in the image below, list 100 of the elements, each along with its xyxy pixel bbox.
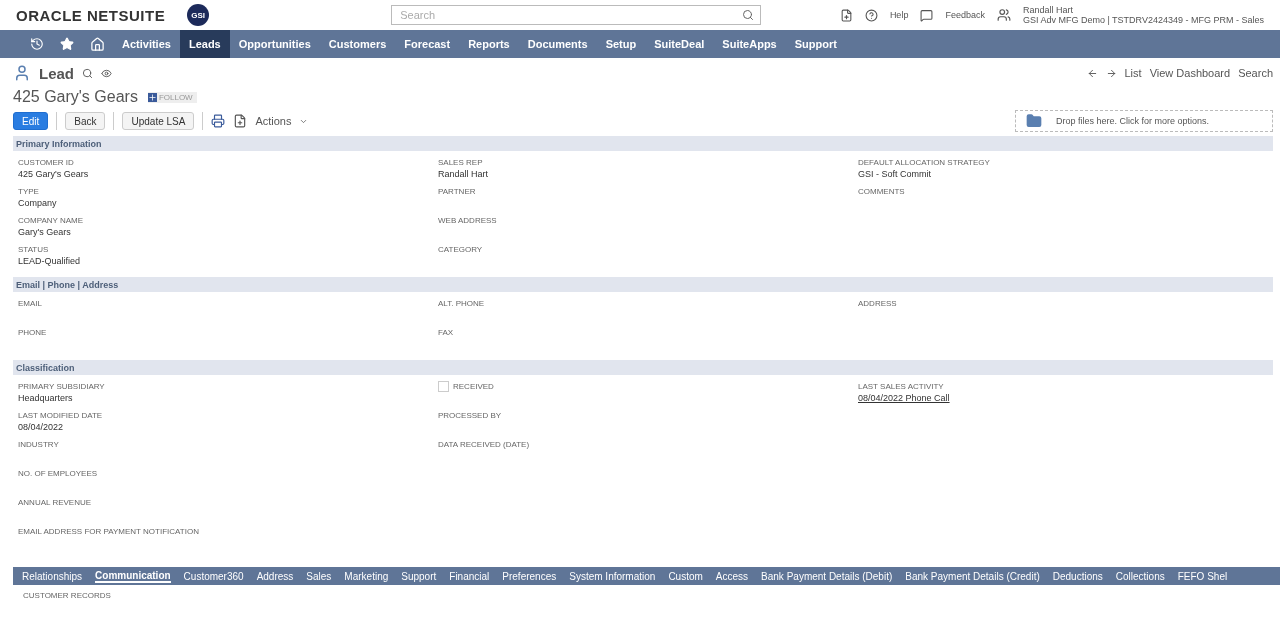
- subtab[interactable]: Marketing: [344, 570, 389, 582]
- actions-menu[interactable]: Actions: [255, 115, 292, 127]
- field-label: RECEIVED: [438, 381, 858, 392]
- help-icon[interactable]: [864, 8, 878, 22]
- field-label: ADDRESS: [858, 298, 898, 309]
- follow-button[interactable]: FOLLOW: [147, 91, 197, 103]
- next-icon[interactable]: [1105, 67, 1117, 79]
- field-link[interactable]: 08/04/2022 Phone Call: [858, 392, 1273, 405]
- field-label: INDUSTRY: [18, 439, 60, 450]
- company-badge: GSI: [187, 4, 210, 26]
- field-label: PARTNER: [438, 186, 477, 197]
- subtab[interactable]: Sales: [306, 570, 332, 582]
- subtab[interactable]: Preferences: [502, 570, 557, 582]
- subtab[interactable]: Communication: [95, 569, 171, 583]
- field-label: FAX: [438, 327, 455, 338]
- field-value: 08/04/2022: [18, 421, 65, 434]
- search-icon[interactable]: [82, 67, 93, 79]
- file-drop-zone[interactable]: Drop files here. Click for more options.: [1015, 110, 1273, 132]
- field-value: 425 Gary's Gears: [18, 168, 90, 181]
- field-label: COMPANY NAME: [18, 215, 85, 226]
- subtab[interactable]: Deductions: [1052, 570, 1103, 582]
- view-icon[interactable]: [101, 67, 112, 79]
- record-title: 425 Gary's Gears: [13, 88, 138, 106]
- subtab[interactable]: Customer360: [183, 570, 244, 582]
- record-type: Lead: [39, 64, 74, 82]
- nav-tab[interactable]: Customers: [319, 30, 396, 58]
- subtab-heading: CUSTOMER RECORDS: [22, 590, 112, 602]
- field-label: SALES REP: [438, 157, 484, 168]
- section-header[interactable]: Email | Phone | Address: [13, 277, 1273, 292]
- action-button[interactable]: Update LSA: [122, 112, 195, 130]
- field-label: TYPE: [18, 186, 40, 197]
- field-label: ALT. PHONE: [438, 298, 486, 309]
- field-label: CUSTOMER ID: [18, 157, 75, 168]
- record-link[interactable]: Search: [1238, 67, 1273, 79]
- field-label: COMMENTS: [858, 186, 906, 197]
- field-label: CATEGORY: [438, 244, 484, 255]
- folder-icon: [1026, 113, 1042, 129]
- drop-hint: Drop files here. Click for more options.: [1056, 116, 1210, 126]
- nav-tab[interactable]: SuiteDeal: [645, 30, 714, 58]
- field-label: LAST SALES ACTIVITY: [858, 381, 945, 392]
- field-label: PROCESSED BY: [438, 410, 503, 421]
- feedback-link[interactable]: Feedback: [945, 10, 985, 20]
- subtab[interactable]: Access: [715, 570, 749, 582]
- print-icon[interactable]: [211, 114, 226, 128]
- search-icon[interactable]: [742, 9, 755, 21]
- subtab[interactable]: Relationships: [22, 570, 83, 582]
- section-header[interactable]: Classification: [13, 360, 1273, 375]
- action-button[interactable]: Back: [65, 112, 106, 130]
- primary-button[interactable]: Edit: [13, 112, 49, 130]
- field-value: Randall Hart: [438, 168, 490, 181]
- field-label: LAST MODIFIED DATE: [18, 410, 104, 421]
- nav-tab[interactable]: Setup: [596, 30, 646, 58]
- chat-icon[interactable]: [920, 8, 934, 22]
- field-label: DATA RECEIVED (DATE): [438, 439, 531, 450]
- user-name[interactable]: Randall Hart: [1022, 5, 1264, 15]
- nav-tab[interactable]: Activities: [113, 30, 180, 58]
- subtab[interactable]: Bank Payment Details (Debit): [761, 570, 893, 582]
- field-label: DEFAULT ALLOCATION STRATEGY: [858, 157, 991, 168]
- field-label: PHONE: [18, 327, 48, 338]
- search-field[interactable]: Search: [391, 5, 762, 25]
- home-icon[interactable]: [90, 36, 105, 52]
- new-record-icon[interactable]: [839, 8, 853, 22]
- subtab[interactable]: Collections: [1115, 570, 1165, 582]
- nav-tab[interactable]: Support: [785, 30, 846, 58]
- field-label: EMAIL: [18, 298, 43, 309]
- nav-tab[interactable]: SuiteApps: [713, 30, 786, 58]
- new-document-icon[interactable]: [233, 114, 248, 128]
- nav-tab[interactable]: Forecast: [395, 30, 460, 58]
- account-name: GSI Adv MFG Demo | TSTDRV2424349 - MFG PRM - Sales: [1022, 15, 1264, 25]
- subtab[interactable]: Financial: [449, 570, 490, 582]
- nav-tab[interactable]: Leads: [179, 30, 230, 58]
- star-icon[interactable]: [60, 37, 74, 51]
- subtab[interactable]: Address: [256, 570, 294, 582]
- previous-icon[interactable]: [1086, 67, 1098, 79]
- subtab[interactable]: Bank Payment Details (Credit): [905, 570, 1040, 582]
- field-value: GSI - Soft Commit: [858, 168, 932, 181]
- subtab[interactable]: Custom: [668, 570, 703, 582]
- field-label: NO. OF EMPLOYEES: [18, 468, 99, 479]
- nav-tab[interactable]: Documents: [518, 30, 597, 58]
- brand-logo[interactable]: ORACLE NETSUITE: [16, 6, 166, 24]
- field-value: Gary's Gears: [18, 226, 72, 239]
- field-label: PRIMARY SUBSIDIARY: [18, 381, 106, 392]
- subtab[interactable]: System Information: [569, 570, 656, 582]
- subtab[interactable]: FEFO Shel: [1177, 570, 1228, 582]
- field-label: ANNUAL REVENUE: [18, 497, 93, 508]
- nav-tab[interactable]: Opportunities: [229, 30, 320, 58]
- field-label: EMAIL ADDRESS FOR PAYMENT NOTIFICATION: [18, 526, 200, 537]
- field-label: WEB ADDRESS: [438, 215, 498, 226]
- section-header[interactable]: Primary Information: [13, 136, 1273, 151]
- field-value: Headquarters: [18, 392, 74, 405]
- subtab[interactable]: Support: [401, 570, 437, 582]
- record-link[interactable]: List: [1124, 67, 1142, 79]
- nav-tab[interactable]: Reports: [459, 30, 519, 58]
- history-icon[interactable]: [30, 37, 44, 51]
- field-value: LEAD-Qualified: [18, 255, 82, 268]
- field-label: STATUS: [18, 244, 50, 255]
- users-icon[interactable]: [996, 8, 1011, 22]
- help-link[interactable]: Help: [889, 10, 909, 20]
- record-link[interactable]: View Dashboard: [1149, 67, 1231, 79]
- checkbox[interactable]: [438, 381, 449, 392]
